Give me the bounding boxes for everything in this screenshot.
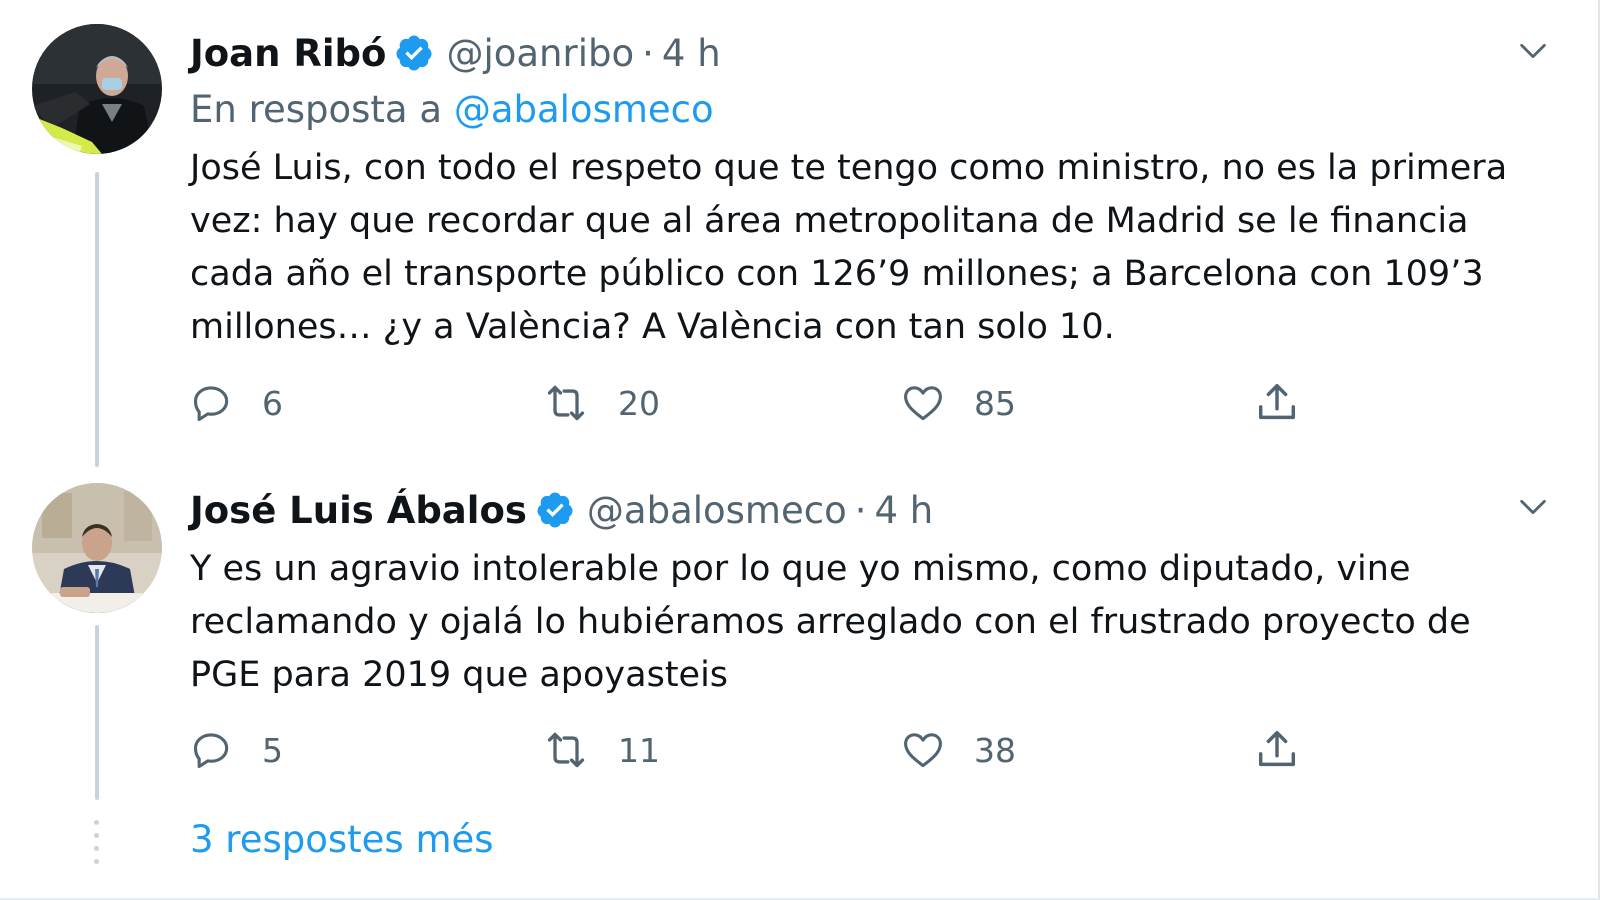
heart-icon (904, 733, 942, 768)
chevron-down-icon[interactable] (1516, 34, 1550, 68)
like-button[interactable]: 85 (900, 378, 1016, 428)
author-name[interactable]: José Luis Ábalos (190, 489, 527, 532)
show-more-replies-link[interactable]: 3 respostes més (190, 818, 494, 861)
share-icon (1258, 731, 1296, 767)
tweet-actions: 6 20 85 (190, 378, 1370, 428)
tweet-text: Y es un agravio intolerable por lo que y… (190, 549, 1471, 695)
reply-icon (193, 733, 229, 769)
reply-count: 5 (262, 730, 283, 770)
tweet-thread: Joan Ribó @joanribo · 4 h En resposta a … (0, 0, 1600, 900)
verified-badge-icon (535, 490, 575, 530)
avatar-photo (32, 24, 162, 154)
avatar-jose-luis-abalos[interactable] (32, 483, 162, 613)
tweet-time[interactable]: 4 h (875, 489, 934, 532)
tweet-header: Joan Ribó @joanribo · 4 h (190, 28, 721, 78)
avatar-joan-ribo[interactable] (32, 24, 162, 154)
retweet-icon (547, 732, 585, 768)
thread-connector (95, 625, 99, 800)
thread-more-dots (92, 820, 102, 872)
reply-count: 6 (262, 383, 283, 423)
reply-context: En resposta a @abalosmeco (190, 88, 714, 131)
author-name[interactable]: Joan Ribó (190, 32, 386, 75)
verified-badge-icon (394, 33, 434, 73)
heart-icon (904, 386, 942, 421)
share-icon (1258, 384, 1296, 420)
tweet-header: José Luis Ábalos @abalosmeco · 4 h (190, 485, 933, 535)
header-separator: · (642, 31, 654, 75)
tweet-actions: 5 11 38 (190, 725, 1370, 775)
reply-button[interactable]: 5 (190, 725, 283, 775)
reply-button[interactable]: 6 (190, 378, 283, 428)
reply-icon (193, 386, 229, 422)
like-count: 38 (974, 730, 1016, 770)
chevron-down-icon[interactable] (1516, 490, 1550, 524)
avatar-photo (32, 483, 162, 613)
tweet-time[interactable]: 4 h (662, 32, 721, 75)
retweet-count: 11 (618, 730, 660, 770)
reply-mention-link[interactable]: @abalosmeco (454, 88, 714, 131)
retweet-icon (547, 385, 585, 421)
share-button[interactable] (1254, 378, 1300, 428)
reply-prefix: En resposta a (190, 88, 443, 131)
thread-connector (95, 172, 99, 467)
retweet-button[interactable]: 11 (542, 725, 660, 775)
share-button[interactable] (1254, 725, 1300, 775)
author-handle[interactable]: @abalosmeco (587, 489, 847, 532)
tweet-text: José Luis, con todo el respeto que te te… (190, 148, 1508, 347)
retweet-button[interactable]: 20 (542, 378, 660, 428)
like-count: 85 (974, 383, 1016, 423)
retweet-count: 20 (618, 383, 660, 423)
header-separator: · (854, 488, 867, 532)
author-handle[interactable]: @joanribo (446, 32, 634, 75)
like-button[interactable]: 38 (900, 725, 1016, 775)
